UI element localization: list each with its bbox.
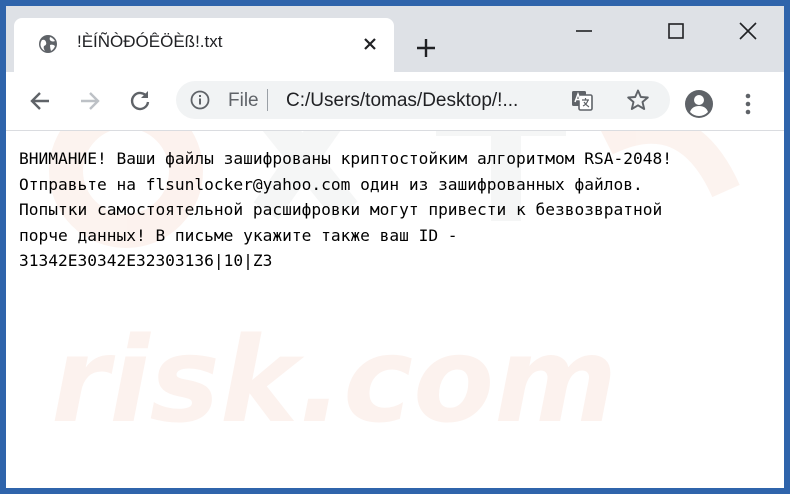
document-line: Отправьте на flsunlocker@yahoo.com один … [19,174,643,194]
maximize-button[interactable] [654,16,698,46]
back-button[interactable] [24,85,56,117]
avatar-icon[interactable] [684,89,714,119]
browser-toolbar: File C:/Users/tomas/Desktop/!... [6,72,784,131]
tab-title: !ÈÍÑÒÐÓÊÖÈß!.txt [77,32,223,51]
document-line: порче данных! В письме укажите также ваш… [19,225,458,245]
window-close-button[interactable] [726,16,770,46]
new-tab-button[interactable] [410,32,442,64]
tab-close-button[interactable] [358,32,382,56]
globe-icon [39,35,57,53]
info-icon[interactable] [190,90,210,110]
page-content: risk.com ВНИМАНИЕ! Ваши файлы зашифрован… [6,131,784,488]
forward-button[interactable] [74,85,106,117]
url-text[interactable]: C:/Users/tomas/Desktop/!... [286,90,518,112]
active-tab[interactable]: !ÈÍÑÒÐÓÊÖÈß!.txt [14,18,394,72]
address-bar[interactable]: File C:/Users/tomas/Desktop/!... [176,81,670,119]
reload-button[interactable] [124,85,156,117]
browser-window: !ÈÍÑÒÐÓÊÖÈß!.txt File C:/Users/tomas/Des… [6,6,784,488]
address-divider [267,89,268,111]
document-line: 31342E30342E32303136|10|Z3 [19,251,273,270]
document-line: ВНИМАНИЕ! Ваши файлы зашифрованы криптос… [19,149,672,168]
forward-arrow-icon [81,92,100,110]
reload-icon [130,91,150,111]
watermark-text: risk.com [51,311,617,449]
close-icon [739,22,757,40]
tab-strip: !ÈÍÑÒÐÓÊÖÈß!.txt [6,6,784,72]
back-arrow-icon [30,92,49,110]
document-line: Попытки самостоятельной расшифровки могу… [19,200,663,219]
url-scheme-label: File [228,90,259,111]
plus-icon [417,39,435,57]
document-text: ВНИМАНИЕ! Ваши файлы зашифрованы криптос… [19,146,672,274]
minimize-icon [576,30,592,32]
translate-icon[interactable] [570,88,594,112]
kebab-menu-icon [745,93,751,115]
maximize-icon [668,23,684,39]
browser-menu-button[interactable] [736,89,760,119]
minimize-button[interactable] [562,16,606,46]
star-icon[interactable] [626,88,650,112]
close-icon [364,38,376,50]
